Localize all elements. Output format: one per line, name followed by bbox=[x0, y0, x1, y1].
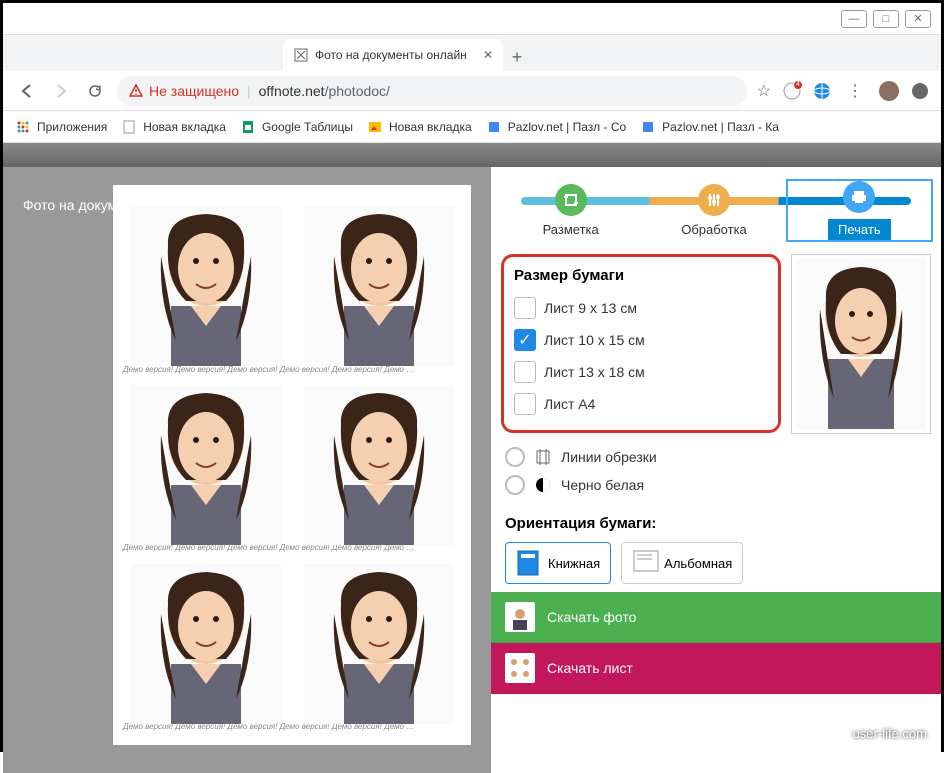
photo-cell bbox=[296, 378, 461, 553]
paper-size-option[interactable]: Лист А4 bbox=[514, 388, 768, 420]
watermark-text: Демо версия! Демо версия! Демо версия! Д… bbox=[123, 365, 288, 374]
new-tab-button[interactable]: + bbox=[503, 43, 531, 71]
photo-cell: Демо версия! Демо версия! Демо версия! Д… bbox=[123, 199, 288, 374]
image-icon bbox=[367, 119, 383, 135]
minimize-button[interactable]: — bbox=[841, 10, 867, 28]
browser-tab[interactable]: Фото на документы онлайн ✕ bbox=[283, 39, 503, 71]
bw-option[interactable]: Черно белая bbox=[505, 471, 927, 499]
sheet-thumb-icon bbox=[505, 653, 535, 683]
close-button[interactable]: ✕ bbox=[905, 10, 931, 28]
step-crop[interactable]: Разметка bbox=[499, 184, 642, 237]
preview-panel: Фото на документы Демо версия! Демо верс… bbox=[3, 167, 491, 773]
page-icon bbox=[121, 119, 137, 135]
checkbox-icon bbox=[514, 361, 536, 383]
step-print[interactable]: Печать bbox=[786, 179, 933, 242]
watermark-text: Демо версия! Демо версия! Демо версия! Д… bbox=[123, 543, 288, 552]
landscape-icon bbox=[632, 549, 656, 577]
download-sheet-button[interactable]: Скачать лист bbox=[491, 643, 941, 694]
photo-cell bbox=[296, 199, 461, 374]
bookmark-item[interactable]: Новая вкладка bbox=[367, 119, 472, 135]
forward-button[interactable] bbox=[49, 79, 73, 103]
url-field[interactable]: Не защищено | offnote.net/photodoc/ bbox=[117, 76, 747, 106]
portrait-icon bbox=[516, 549, 540, 577]
address-bar: Не защищено | offnote.net/photodoc/ ☆ 4 … bbox=[3, 71, 941, 111]
settings-panel: Разметка Обработка Печать Размер бумаги … bbox=[491, 167, 941, 773]
paper-size-option[interactable]: Лист 9 x 13 см bbox=[514, 292, 768, 324]
photo-cell bbox=[296, 556, 461, 731]
orientation-landscape[interactable]: Альбомная bbox=[621, 542, 743, 584]
profile-avatar[interactable] bbox=[879, 81, 899, 101]
apps-button[interactable]: Приложения bbox=[15, 119, 107, 135]
apps-icon bbox=[15, 119, 31, 135]
orientation-portrait[interactable]: Книжная bbox=[505, 542, 611, 584]
site-watermark: user-life.com bbox=[853, 726, 927, 741]
download-photo-button[interactable]: Скачать фото bbox=[491, 592, 941, 643]
preview-thumbnail bbox=[791, 254, 931, 434]
paper-size-option[interactable]: ✓Лист 10 x 15 см bbox=[514, 324, 768, 356]
maximize-button[interactable]: □ bbox=[873, 10, 899, 28]
puzzle-icon bbox=[486, 119, 502, 135]
bookmark-item[interactable]: Новая вкладка bbox=[121, 119, 226, 135]
window-titlebar: — □ ✕ bbox=[3, 3, 941, 35]
app-header-strip: Свернуть bbox=[3, 143, 941, 167]
bookmark-item[interactable]: Pazlov.net | Пазл - Со bbox=[486, 119, 626, 135]
puzzle-icon bbox=[640, 119, 656, 135]
bookmark-item[interactable]: Pazlov.net | Пазл - Ка bbox=[640, 119, 779, 135]
photo-thumb-icon bbox=[505, 602, 535, 632]
not-secure-warning: Не защищено bbox=[129, 83, 239, 99]
photo-cell: Демо версия! Демо версия! Демо версия! Д… bbox=[123, 378, 288, 553]
wizard-steps: Разметка Обработка Печать bbox=[491, 167, 941, 254]
paper-size-section: Размер бумаги Лист 9 x 13 см ✓Лист 10 x … bbox=[501, 254, 781, 433]
reload-button[interactable] bbox=[83, 79, 107, 103]
url-domain: offnote.net bbox=[259, 83, 325, 99]
paper-size-option[interactable]: Лист 13 x 18 см bbox=[514, 356, 768, 388]
crop-lines-option[interactable]: Линии обрезки bbox=[505, 443, 927, 471]
watermark-text: Демо версия! Демо версия! Демо версия! Д… bbox=[123, 722, 288, 731]
menu-icon[interactable]: ⋮ bbox=[843, 79, 867, 103]
step-process[interactable]: Обработка bbox=[642, 184, 785, 237]
photo-cell: Демо версия! Демо версия! Демо версия! Д… bbox=[123, 556, 288, 731]
bookmark-star-icon[interactable]: ☆ bbox=[757, 81, 771, 101]
orientation-title: Ориентация бумаги: bbox=[491, 509, 941, 538]
extension-icon[interactable]: 4 bbox=[783, 82, 801, 100]
radio-icon bbox=[505, 447, 525, 467]
paper-size-title: Размер бумаги bbox=[514, 267, 768, 284]
sheets-icon bbox=[240, 119, 256, 135]
globe-icon[interactable] bbox=[813, 82, 831, 100]
checkbox-checked-icon: ✓ bbox=[514, 329, 536, 351]
bookmark-item[interactable]: Google Таблицы bbox=[240, 119, 353, 135]
tab-favicon bbox=[293, 47, 309, 63]
tab-title: Фото на документы онлайн bbox=[315, 48, 467, 62]
url-path: /photodoc/ bbox=[325, 83, 390, 99]
print-sheet: Демо версия! Демо версия! Демо версия! Д… bbox=[113, 185, 471, 745]
app-title: Фото на документы bbox=[23, 197, 149, 213]
crop-lines-icon bbox=[533, 447, 553, 467]
browser-tab-bar: Фото на документы онлайн ✕ + bbox=[3, 35, 941, 71]
extension-dot-icon[interactable] bbox=[911, 82, 929, 100]
radio-icon bbox=[505, 475, 525, 495]
tab-close-icon[interactable]: ✕ bbox=[483, 48, 493, 62]
checkbox-icon bbox=[514, 393, 536, 415]
checkbox-icon bbox=[514, 297, 536, 319]
bw-icon bbox=[533, 475, 553, 495]
bookmarks-bar: Приложения Новая вкладка Google Таблицы … bbox=[3, 111, 941, 143]
back-button[interactable] bbox=[15, 79, 39, 103]
